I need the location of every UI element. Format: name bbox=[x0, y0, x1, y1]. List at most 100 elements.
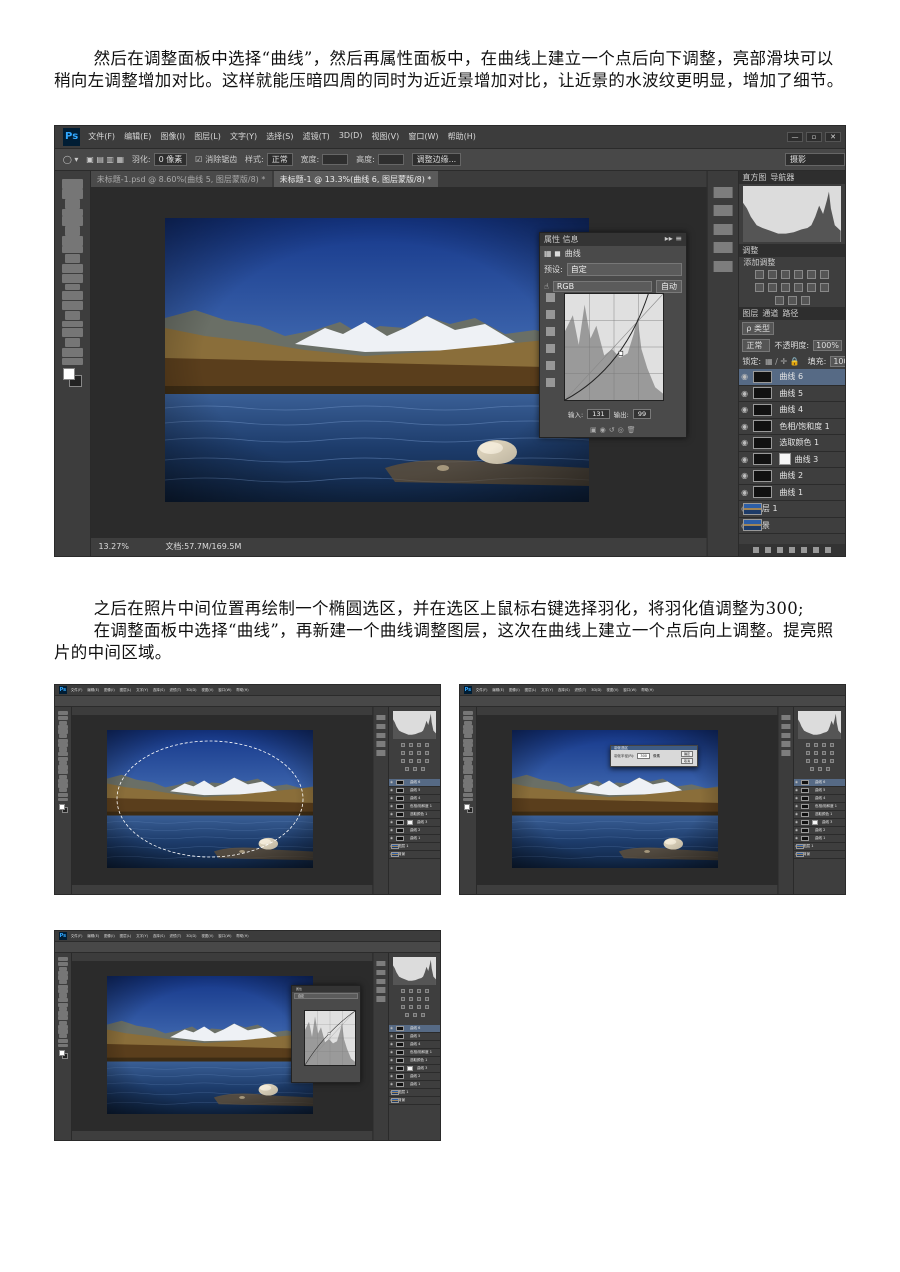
layer-row[interactable]: ◉ 选取颜色 1 bbox=[389, 811, 440, 819]
layer-row[interactable]: ◉背景 bbox=[389, 1097, 440, 1105]
layer-row[interactable]: ◉ 曲线 4 bbox=[389, 795, 440, 803]
menu-help[interactable]: 帮助(H) bbox=[641, 688, 653, 693]
adjustment-type-icon[interactable] bbox=[400, 1004, 405, 1009]
tab-properties[interactable]: 属性 bbox=[544, 235, 560, 244]
minimize-button[interactable]: — bbox=[787, 131, 803, 142]
auto-button[interactable]: 自动 bbox=[656, 280, 682, 293]
menu-type[interactable]: 文字(Y) bbox=[230, 131, 257, 142]
adjustment-type-icon[interactable] bbox=[813, 758, 818, 763]
layer-row[interactable]: ◉ 曲线 6 bbox=[389, 778, 440, 787]
tab-histogram[interactable]: 直方图 bbox=[742, 172, 766, 183]
style-select[interactable]: 正常 bbox=[266, 152, 293, 166]
layer-row[interactable]: ◉ 曲线 5 bbox=[389, 787, 440, 795]
adjustment-type-icon[interactable] bbox=[424, 988, 429, 993]
menu-file[interactable]: 文件(F) bbox=[88, 131, 115, 142]
layer-row[interactable]: ◉ 曲线 1 bbox=[389, 1081, 440, 1089]
width-input[interactable] bbox=[322, 153, 349, 165]
layer-row[interactable]: ◉ 色相/饱和度 1 bbox=[794, 803, 845, 811]
zoom-tool-icon[interactable] bbox=[61, 357, 83, 365]
menu-select[interactable]: 选择(S) bbox=[153, 688, 165, 693]
adjustment-type-icon[interactable] bbox=[408, 1004, 413, 1009]
adjustment-type-icon[interactable] bbox=[424, 996, 429, 1001]
layer-row[interactable]: ◉ 曲线 6 bbox=[794, 778, 845, 787]
adjustment-type-icon[interactable] bbox=[805, 742, 810, 747]
adjustment-type-icon[interactable] bbox=[805, 750, 810, 755]
visibility-eye-icon[interactable]: ◉ bbox=[794, 788, 799, 792]
visibility-eye-icon[interactable]: ◉ bbox=[794, 804, 799, 808]
close-button[interactable]: ✕ bbox=[825, 131, 841, 142]
curve-graph-up[interactable] bbox=[304, 1010, 356, 1066]
adjustment-type-icon[interactable] bbox=[424, 742, 429, 747]
character-icon[interactable] bbox=[713, 242, 733, 254]
layer-row[interactable]: ◉ 曲线 3 bbox=[739, 452, 845, 469]
adjustment-type-icon[interactable] bbox=[794, 283, 804, 293]
refine-edge-button[interactable]: 调整边缘... bbox=[411, 152, 462, 166]
hand-adjust-icon[interactable]: ☝ bbox=[544, 282, 549, 291]
layer-row[interactable]: ◉ 曲线 2 bbox=[739, 468, 845, 485]
selection-mode-icons[interactable]: ▣ ▤ ▥ ▦ bbox=[86, 155, 124, 164]
menu-image[interactable]: 图像(I) bbox=[104, 934, 115, 939]
adjustment-type-icon[interactable] bbox=[400, 742, 405, 747]
gradient-tool-icon[interactable] bbox=[64, 283, 81, 291]
layer-row[interactable]: ◉ 曲线 1 bbox=[739, 485, 845, 502]
visibility-eye-icon[interactable]: ◉ bbox=[389, 788, 394, 792]
adjustment-icon[interactable] bbox=[789, 546, 796, 553]
adjustment-type-icon[interactable] bbox=[408, 750, 413, 755]
adjustment-type-icon[interactable] bbox=[416, 750, 421, 755]
layer-row[interactable]: ◉ 色相/饱和度 1 bbox=[389, 803, 440, 811]
adjustment-type-icon[interactable] bbox=[404, 1012, 409, 1017]
adjustment-type-icon[interactable] bbox=[821, 750, 826, 755]
brush-icon[interactable] bbox=[713, 223, 733, 235]
adjustment-type-icon[interactable] bbox=[408, 996, 413, 1001]
adjustment-type-icon[interactable] bbox=[821, 742, 826, 747]
menu-type[interactable]: 文字(Y) bbox=[136, 688, 148, 693]
eyedropper-tool-icon[interactable] bbox=[64, 226, 81, 236]
adjustment-type-icon[interactable] bbox=[787, 296, 797, 306]
visibility-eye-icon[interactable]: ◉ bbox=[739, 422, 750, 431]
menu-select[interactable]: 选择(S) bbox=[558, 688, 570, 693]
menu-help[interactable]: 帮助(H) bbox=[236, 688, 248, 693]
color-swatches[interactable] bbox=[463, 803, 473, 813]
foreground-color[interactable] bbox=[62, 367, 76, 381]
layer-row[interactable]: ◉ 曲线 4 bbox=[794, 795, 845, 803]
adjustment-type-icon[interactable] bbox=[416, 996, 421, 1001]
history-icon[interactable] bbox=[713, 186, 733, 198]
tab-layers[interactable]: 图层 bbox=[742, 308, 758, 319]
visibility-eye-icon[interactable]: ◉ bbox=[739, 488, 750, 497]
visibility-eye-icon[interactable]: ◉ bbox=[794, 796, 799, 800]
visibility-eye-icon[interactable]: ◉ bbox=[389, 1034, 394, 1038]
menu-view[interactable]: 视图(V) bbox=[372, 131, 400, 142]
layer-row[interactable]: ◉背景 bbox=[389, 851, 440, 859]
adjustment-type-icon[interactable] bbox=[768, 283, 778, 293]
adjustment-type-icon[interactable] bbox=[755, 283, 765, 293]
info-icon[interactable] bbox=[713, 260, 733, 272]
zoom-level[interactable]: 13.27% bbox=[98, 542, 129, 551]
layer-row[interactable]: ◉ 曲线 2 bbox=[389, 1073, 440, 1081]
menu-3d[interactable]: 3D(D) bbox=[186, 934, 196, 939]
menu-edit[interactable]: 编辑(E) bbox=[87, 934, 99, 939]
output-value[interactable]: 99 bbox=[632, 409, 652, 419]
visibility-eye-icon[interactable]: ◉ bbox=[389, 1066, 394, 1070]
menu-layer[interactable]: 图层(L) bbox=[194, 131, 221, 142]
menu-3d[interactable]: 3D(D) bbox=[186, 688, 196, 693]
menu-edit[interactable]: 编辑(E) bbox=[492, 688, 504, 693]
tab-paths[interactable]: 路径 bbox=[782, 308, 798, 319]
visibility-eye-icon[interactable]: ◉ bbox=[794, 828, 799, 832]
layer-row[interactable]: ◉图层 1 bbox=[389, 843, 440, 851]
layer-kind-select[interactable]: ρ 类型 bbox=[742, 322, 774, 336]
cancel-button[interactable]: 取消 bbox=[680, 758, 693, 764]
layer-row[interactable]: ◉ 选取颜色 1 bbox=[794, 811, 845, 819]
color-swatches[interactable] bbox=[58, 1049, 68, 1059]
ok-button[interactable]: 确定 bbox=[680, 751, 693, 757]
input-value[interactable]: 131 bbox=[587, 409, 610, 419]
path-select-icon[interactable] bbox=[61, 327, 83, 338]
menu-filter[interactable]: 滤镜(T) bbox=[303, 131, 330, 142]
dodge-tool-icon[interactable] bbox=[61, 300, 83, 311]
color-swatches[interactable] bbox=[58, 803, 68, 813]
adjustment-type-icon[interactable] bbox=[420, 1012, 425, 1017]
menu-select[interactable]: 选择(S) bbox=[153, 934, 165, 939]
visibility-eye-icon[interactable]: ◉ bbox=[389, 1074, 394, 1078]
gray-point-eyedropper-icon[interactable] bbox=[546, 310, 555, 319]
tab-channels[interactable]: 通道 bbox=[762, 308, 778, 319]
actions-icon[interactable] bbox=[713, 205, 733, 217]
